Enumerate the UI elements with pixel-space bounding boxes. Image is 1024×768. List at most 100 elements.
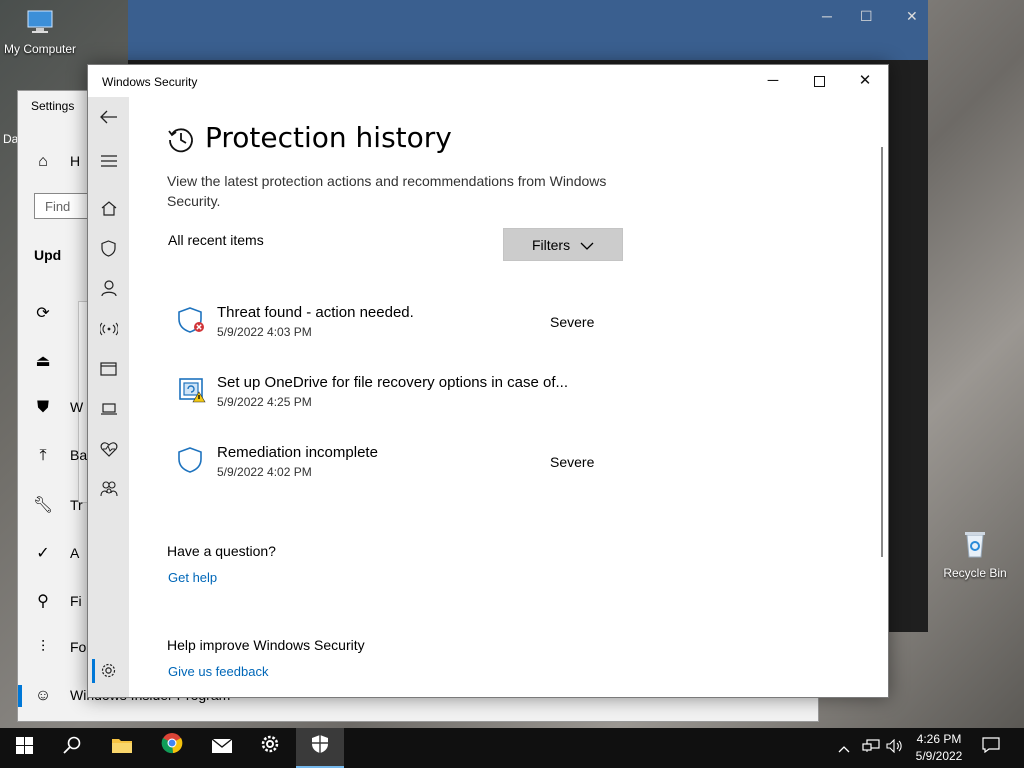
taskbar-mail[interactable] [198,728,246,768]
notification-icon [982,737,1000,754]
nav-device-security[interactable] [88,391,129,427]
taskbar-chrome[interactable] [148,728,196,768]
settings-item-label: A [70,545,80,561]
chevron-up-icon [838,746,850,753]
taskbar: 4:26 PM 5/9/2022 [0,728,1024,768]
show-hidden-icons-button[interactable] [838,728,850,768]
nav-settings[interactable] [88,653,129,689]
settings-home-label: H [70,153,81,169]
improve-heading: Help improve Windows Security [167,637,365,653]
settings-item-label: W [70,399,84,415]
nav-home[interactable] [88,191,129,227]
feedback-link[interactable]: Give us feedback [168,664,268,679]
onedrive-warning-icon [177,375,207,405]
item-title: Threat found - action needed. [217,304,414,321]
maximize-icon[interactable]: ☐ [860,8,873,25]
shield-threat-icon [177,305,207,335]
home-icon [101,201,116,216]
page-description: View the latest protection actions and r… [167,173,607,209]
item-title: Set up OneDrive for file recovery option… [217,374,568,391]
network-icon [862,739,880,752]
backup-icon: ⤒ [39,447,47,464]
settings-section-heading: Upd [34,247,62,263]
get-help-link[interactable]: Get help [168,570,217,585]
nav-virus-protection[interactable] [88,231,129,267]
nav-account-protection[interactable] [88,271,129,307]
minimize-icon[interactable]: ─ [822,8,832,24]
page-title-row: Protection history [167,121,452,154]
person-icon [100,280,117,297]
item-date: 5/9/2022 4:02 PM [217,465,312,479]
list-header: All recent items [168,232,264,248]
background-window-controls: ─ ☐ ✕ [808,0,928,34]
clock-date: 5/9/2022 [915,749,963,763]
settings-item-label: Fi [70,593,82,609]
network-button[interactable] [862,728,880,768]
taskbar-windows-security[interactable] [296,728,344,768]
troubleshoot-icon: 🔧︎ [32,497,54,514]
history-item[interactable]: Remediation incomplete 5/9/2022 4:02 PM … [177,441,607,489]
nav-app-browser-control[interactable] [88,351,129,387]
close-icon[interactable]: ✕ [906,8,918,25]
activation-icon: ✓ [36,545,50,562]
question-heading: Have a question? [167,543,276,559]
maximize-button[interactable] [796,65,842,97]
nav-firewall[interactable] [88,311,129,347]
minimize-button[interactable]: ─ [750,65,796,97]
chrome-icon [161,733,183,754]
page-title: Protection history [205,121,452,154]
taskbar-search-button[interactable] [48,728,96,768]
app-window-icon [100,362,117,376]
back-button[interactable] [88,99,129,135]
scrollbar[interactable] [881,147,883,557]
settings-search-input[interactable]: Find [34,193,94,219]
recycle-bin-icon [940,528,1010,566]
action-center-button[interactable] [982,728,1000,768]
navigation-sidebar [88,97,129,697]
history-icon [167,126,195,161]
settings-selection-indicator [18,685,22,707]
delivery-icon: ⏏ [35,353,51,370]
find-device-icon: ⚲ [37,593,49,610]
history-item[interactable]: Threat found - action needed. 5/9/2022 4… [177,301,607,349]
nav-device-performance[interactable] [88,431,129,467]
clock-time: 4:26 PM [916,732,962,746]
settings-item-label: Ba [70,447,88,463]
gear-icon [261,735,279,753]
heart-pulse-icon [100,442,117,457]
hamburger-icon [100,155,117,167]
shield-icon [177,445,207,475]
start-button[interactable] [0,728,48,768]
taskbar-file-explorer[interactable] [98,728,146,768]
item-severity: Severe [550,454,595,470]
history-item[interactable]: Set up OneDrive for file recovery option… [177,371,607,419]
volume-button[interactable] [886,728,904,768]
taskbar-settings[interactable] [246,728,294,768]
insider-icon: ☺ [34,687,52,704]
nav-family-options[interactable] [88,471,129,507]
chevron-down-icon [580,242,594,251]
title-bar[interactable]: Windows Security ─ ✕ [88,65,888,97]
item-severity: Severe [550,314,595,330]
close-button[interactable]: ✕ [842,65,888,97]
settings-title: Settings [31,99,75,113]
speaker-icon [886,738,902,754]
desktop-icon-recycle-bin[interactable]: Recycle Bin [940,528,1010,580]
desktop-icon-my-computer[interactable]: My Computer [2,8,78,56]
shield-icon [312,735,328,753]
windows-logo-icon [15,737,33,754]
shield-icon [101,240,116,257]
sync-icon: ⟳ [36,305,50,322]
filters-label: Filters [531,237,571,253]
desktop-icon-label: My Computer [3,42,77,56]
gear-icon [101,664,116,678]
filters-button[interactable]: Filters [503,228,623,261]
item-date: 5/9/2022 4:03 PM [217,325,312,339]
back-arrow-icon [99,110,117,124]
taskbar-clock[interactable]: 4:26 PM 5/9/2022 [904,731,974,765]
maximize-icon [813,75,825,87]
window-title: Windows Security [102,75,198,89]
menu-button[interactable] [88,143,129,179]
laptop-icon [100,403,117,415]
item-title: Remediation incomplete [217,444,378,461]
